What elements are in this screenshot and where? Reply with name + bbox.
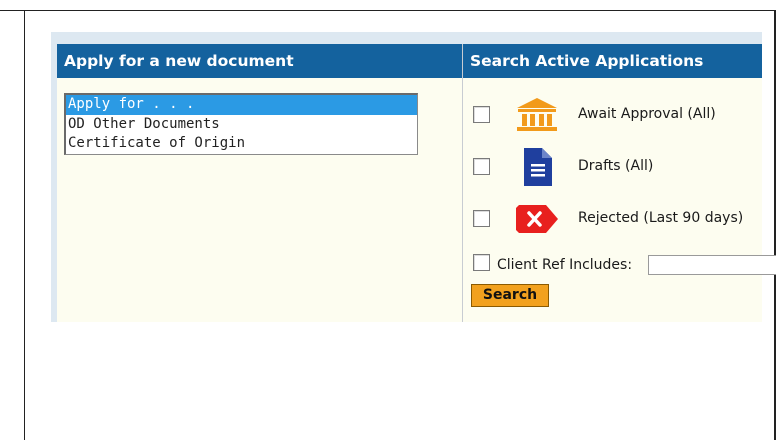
await-approval-checkbox[interactable]	[473, 106, 490, 123]
window-left-border	[24, 10, 25, 440]
drafts-checkbox[interactable]	[473, 158, 490, 175]
filter-row-rejected: Rejected (Last 90 days)	[463, 200, 762, 240]
await-approval-label: Await Approval (All)	[578, 106, 716, 122]
listbox-option-apply-for[interactable]: Apply for . . .	[66, 95, 417, 115]
listbox-option-certificate-of-origin[interactable]: Certificate of Origin	[66, 134, 417, 154]
client-ref-input[interactable]	[648, 255, 776, 275]
document-type-listbox[interactable]: Apply for . . . OD Other Documents Certi…	[64, 93, 418, 155]
client-ref-label: Client Ref Includes:	[497, 257, 633, 273]
filter-row-drafts: Drafts (All)	[463, 148, 762, 188]
rejected-label: Rejected (Last 90 days)	[578, 210, 744, 226]
listbox-option-other-documents[interactable]: OD Other Documents	[66, 115, 417, 135]
search-panel-title: Search Active Applications	[463, 44, 762, 78]
bank-icon	[513, 96, 561, 138]
document-icon	[524, 148, 552, 190]
apply-panel: Apply for a new document Apply for . . .…	[57, 44, 462, 322]
search-panel: Search Active Applications Await Approva…	[463, 44, 776, 322]
search-button[interactable]: Search	[471, 284, 549, 307]
drafts-label: Drafts (All)	[578, 158, 654, 174]
rejected-checkbox[interactable]	[473, 210, 490, 227]
filter-row-await-approval: Await Approval (All)	[463, 96, 762, 136]
rejected-icon	[516, 205, 558, 237]
window-top-border	[0, 10, 776, 11]
client-ref-checkbox[interactable]	[473, 254, 490, 271]
apply-panel-title: Apply for a new document	[57, 44, 462, 78]
